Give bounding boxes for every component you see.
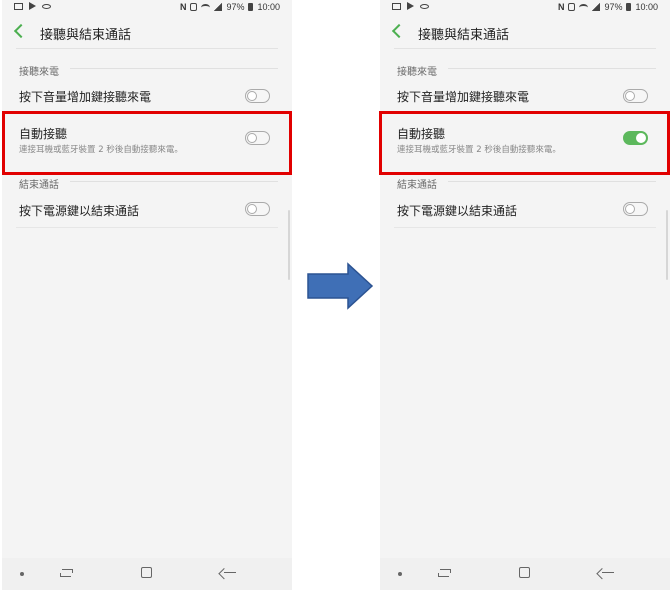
battery-percent: 97% (604, 2, 623, 12)
phone-screen-after: N 97% 10:00 接聽與結束通話 接聽來電 按下音量增加鍵接聽來電 自動接… (380, 0, 670, 590)
scrollbar[interactable] (288, 210, 290, 280)
play-notification-icon (29, 2, 36, 10)
row-divider (394, 227, 656, 228)
section-label-end: 結束通話 (19, 180, 59, 191)
signal-icon (592, 3, 601, 11)
section-divider (70, 181, 278, 182)
back-arrow-icon[interactable] (391, 23, 407, 39)
toggle-power-end[interactable] (245, 202, 270, 216)
highlight-box-before (2, 111, 292, 175)
section-label-answer: 接聽來電 (397, 67, 437, 78)
page-title: 接聽與結束通話 (418, 28, 510, 43)
nfc-icon: N (557, 2, 565, 12)
section-label-end: 結束通話 (397, 180, 437, 191)
eye-notification-icon (420, 3, 429, 9)
image-notification-icon (392, 2, 401, 10)
setting-label-power-end: 按下電源鍵以結束通話 (19, 204, 140, 218)
app-header: 接聽與結束通話 (2, 20, 292, 48)
recent-apps-icon[interactable] (438, 568, 451, 578)
header-divider (16, 48, 278, 49)
image-notification-icon (14, 2, 23, 10)
right-arrow-icon (307, 262, 374, 310)
status-bar: N 97% 10:00 (380, 0, 670, 16)
home-icon[interactable] (519, 567, 530, 578)
signal-icon (214, 3, 223, 11)
back-icon[interactable] (224, 572, 236, 573)
play-notification-icon (407, 2, 414, 10)
nav-dot-icon[interactable] (398, 572, 402, 576)
setting-label-volume-answer: 按下音量增加鍵接聽來電 (397, 90, 530, 104)
wifi-icon (201, 3, 211, 11)
phone-screen-before: N 97% 10:00 接聽與結束通話 接聽來電 按下音量增加鍵接聽來電 自動接… (2, 0, 292, 590)
app-header: 接聽與結束通話 (380, 20, 670, 48)
toggle-knob (625, 204, 635, 214)
toggle-knob (625, 91, 635, 101)
row-divider (16, 227, 278, 228)
toggle-knob (247, 204, 257, 214)
clock: 10:00 (635, 2, 658, 12)
status-bar: N 97% 10:00 (2, 0, 292, 16)
toggle-knob (247, 91, 257, 101)
header-divider (394, 48, 656, 49)
battery-icon (248, 3, 254, 11)
nav-dot-icon[interactable] (20, 572, 24, 576)
setting-label-power-end: 按下電源鍵以結束通話 (397, 204, 518, 218)
highlight-box-after (379, 111, 670, 175)
section-divider (448, 181, 656, 182)
section-divider (70, 68, 278, 69)
page-title: 接聽與結束通話 (40, 28, 132, 43)
home-icon[interactable] (141, 567, 152, 578)
clock: 10:00 (257, 2, 280, 12)
back-arrow-icon[interactable] (13, 23, 29, 39)
mute-icon (568, 3, 576, 11)
nfc-icon: N (179, 2, 187, 12)
battery-icon (626, 3, 632, 11)
toggle-volume-answer[interactable] (245, 89, 270, 103)
wifi-icon (579, 3, 589, 11)
section-divider (448, 68, 656, 69)
section-label-answer: 接聽來電 (19, 67, 59, 78)
toggle-power-end[interactable] (623, 202, 648, 216)
recent-apps-icon[interactable] (60, 568, 73, 578)
toggle-volume-answer[interactable] (623, 89, 648, 103)
battery-percent: 97% (226, 2, 245, 12)
eye-notification-icon (42, 3, 51, 9)
setting-label-volume-answer: 按下音量增加鍵接聽來電 (19, 90, 152, 104)
scrollbar[interactable] (666, 210, 668, 280)
navigation-bar (2, 558, 292, 590)
mute-icon (190, 3, 198, 11)
back-icon[interactable] (602, 572, 614, 573)
navigation-bar (380, 558, 670, 590)
